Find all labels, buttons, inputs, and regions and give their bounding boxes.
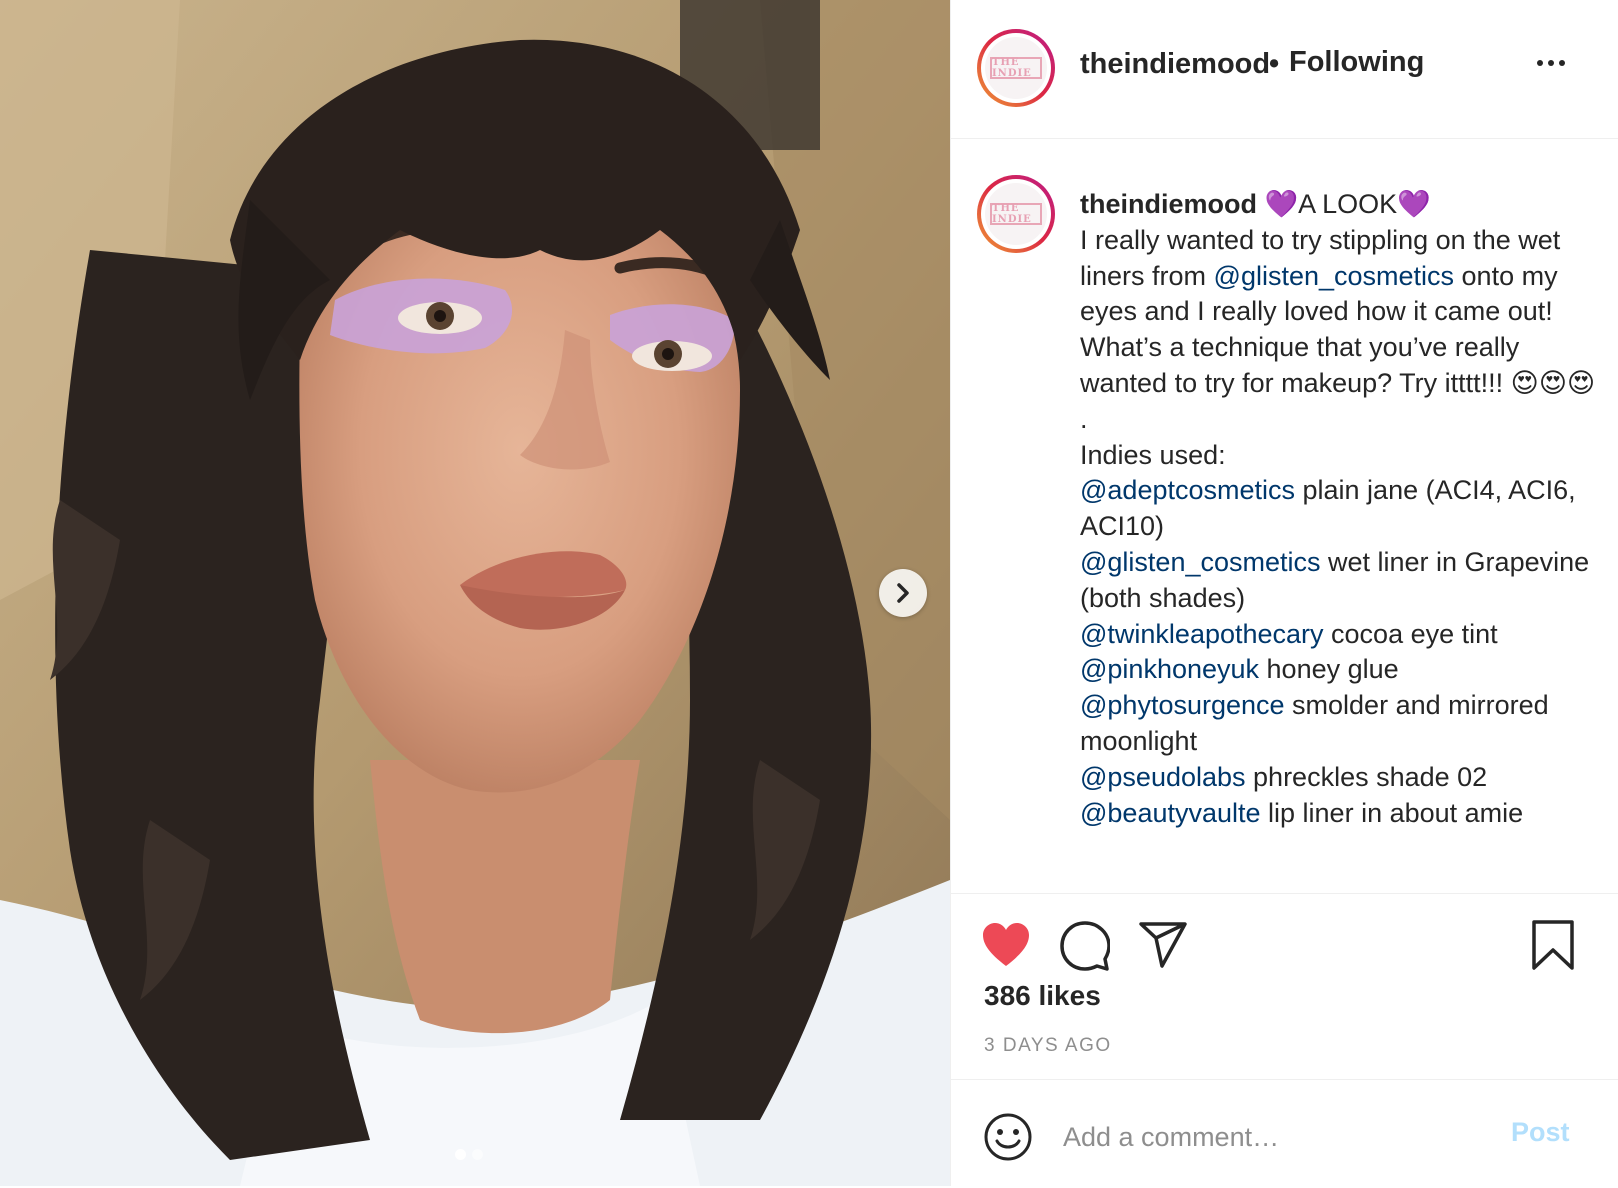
post-timestamp[interactable]: 3 DAYS AGO bbox=[984, 1035, 1112, 1057]
product-text: honey glue bbox=[1259, 654, 1399, 685]
comment-input[interactable] bbox=[1061, 1116, 1495, 1158]
send-icon[interactable] bbox=[1138, 921, 1188, 969]
mention-link[interactable]: @glisten_cosmetics bbox=[1080, 547, 1321, 577]
avatar-ring: THE INDIE bbox=[981, 33, 1051, 103]
logo-text: THE INDIE bbox=[992, 57, 1032, 79]
product-text: cocoa eye tint bbox=[1323, 618, 1498, 649]
caption-paragraph: theindiemood 💜A LOOK💜 I really wanted to… bbox=[1080, 187, 1600, 831]
caption-username[interactable]: theindiemood bbox=[1080, 189, 1257, 219]
bookmark-icon[interactable] bbox=[1531, 919, 1575, 971]
instagram-post: THE INDIE theindiemood • Following THE I… bbox=[0, 0, 1618, 1186]
carousel-dot-active bbox=[455, 1149, 466, 1160]
more-icon-dot bbox=[1559, 60, 1565, 66]
caption-avatar[interactable]: THE INDIE bbox=[977, 175, 1055, 253]
mention-link[interactable]: @beautyvaulte bbox=[1080, 798, 1261, 828]
logo-box: THE INDIE bbox=[990, 203, 1042, 225]
likes-count[interactable]: 386 likes bbox=[984, 980, 1101, 1012]
more-icon bbox=[1537, 60, 1543, 66]
comment-icon[interactable] bbox=[1060, 921, 1110, 971]
mention-link[interactable]: @adeptcosmetics bbox=[1080, 475, 1295, 505]
comment-bar: Post bbox=[951, 1079, 1618, 1188]
more-options-button[interactable] bbox=[1537, 60, 1565, 66]
mention-link[interactable]: @phytosurgence bbox=[1080, 690, 1285, 720]
avatar-logo: THE INDIE bbox=[985, 183, 1047, 245]
mention-link[interactable]: @pinkhoneyuk bbox=[1080, 654, 1259, 684]
caption-area: THE INDIE theindiemood 💜A LOOK💜 I really… bbox=[951, 139, 1618, 893]
post-photo bbox=[0, 0, 950, 1186]
heart-eyes-emoji: 😍😍😍 bbox=[1510, 367, 1596, 398]
mention-link[interactable]: @pseudolabs bbox=[1080, 762, 1246, 792]
mention-link[interactable]: @glisten_cosmetics bbox=[1214, 261, 1455, 291]
author-username[interactable]: theindiemood bbox=[1080, 48, 1270, 81]
chevron-right-icon bbox=[897, 583, 909, 603]
post-actions: 386 likes 3 DAYS AGO Post bbox=[951, 893, 1618, 1187]
product-text: lip liner in about amie bbox=[1260, 797, 1524, 828]
more-icon-dot bbox=[1548, 60, 1554, 66]
logo-text: THE INDIE bbox=[992, 203, 1032, 225]
carousel-indicator bbox=[455, 1149, 483, 1160]
logo-box: THE INDIE bbox=[990, 57, 1042, 79]
author-avatar[interactable]: THE INDIE bbox=[977, 29, 1055, 107]
mention-link[interactable]: @twinkleapothecary bbox=[1080, 619, 1324, 649]
indies-header: Indies used: bbox=[1080, 439, 1226, 470]
next-slide-button[interactable] bbox=[879, 569, 927, 617]
caption-text: theindiemood 💜A LOOK💜 I really wanted to… bbox=[1080, 187, 1600, 831]
header-separator: • bbox=[1269, 48, 1280, 80]
carousel-dot bbox=[472, 1149, 483, 1160]
post-media[interactable] bbox=[0, 0, 950, 1186]
purple-heart-emoji: 💜 bbox=[1397, 189, 1431, 219]
product-text: phreckles shade 02 bbox=[1245, 761, 1488, 792]
caption-title: A LOOK bbox=[1298, 189, 1398, 219]
smiley-icon[interactable] bbox=[983, 1112, 1033, 1162]
post-header: THE INDIE theindiemood • Following bbox=[951, 0, 1618, 139]
caption-dot: . bbox=[1080, 403, 1088, 434]
post-side-panel: THE INDIE theindiemood • Following THE I… bbox=[950, 0, 1618, 1186]
following-button[interactable]: Following bbox=[1289, 46, 1424, 79]
purple-heart-emoji: 💜 bbox=[1264, 189, 1299, 219]
avatar-ring: THE INDIE bbox=[981, 179, 1051, 249]
heart-filled-icon[interactable] bbox=[981, 922, 1031, 968]
post-comment-button[interactable]: Post bbox=[1511, 1117, 1570, 1148]
avatar-logo: THE INDIE bbox=[985, 37, 1047, 99]
